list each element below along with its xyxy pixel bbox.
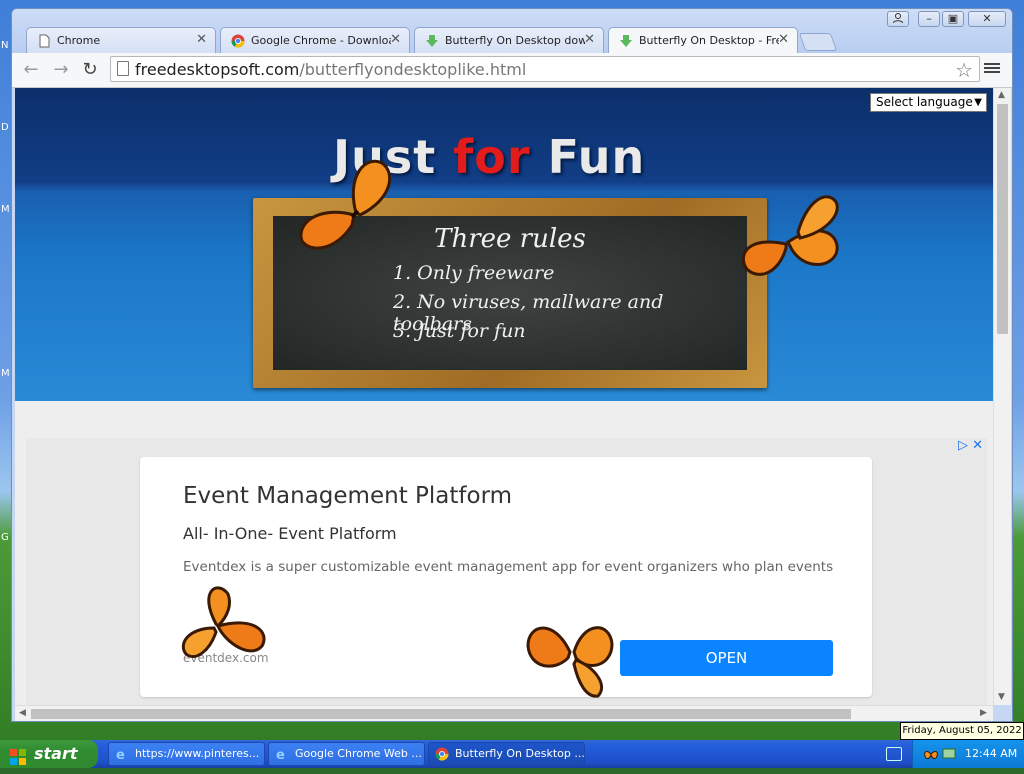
close-window-button[interactable]: ✕: [968, 11, 1006, 27]
taskbar-item-butterfly[interactable]: Butterfly On Desktop ...: [428, 742, 585, 766]
url-text: freedesktopsoft.com/butterflyondesktopli…: [135, 60, 526, 79]
desktop-icon-label-fragment: M: [1, 204, 10, 215]
start-button[interactable]: start: [0, 740, 98, 768]
taskbar-item-label: https://www.pinteres...: [135, 747, 260, 760]
language-select-label: Select language: [876, 95, 973, 109]
scroll-left-arrow-icon[interactable]: ◀: [19, 708, 26, 718]
chrome-logo-icon: [231, 34, 245, 48]
ie-icon: e: [115, 747, 129, 763]
minimize-button[interactable]: –: [918, 11, 940, 27]
browser-toolbar: ← → ↻ freedesktopsoft.com/butterflyondes…: [12, 53, 1012, 88]
clock[interactable]: 12:44 AM: [965, 740, 1017, 768]
svg-text:e: e: [116, 748, 125, 761]
horizontal-scroll-thumb[interactable]: [31, 709, 851, 719]
ad-subtitle: All- In-One- Event Platform: [183, 524, 397, 543]
address-bar[interactable]: freedesktopsoft.com/butterflyondesktopli…: [110, 56, 980, 82]
chrome-logo-icon: [435, 747, 449, 761]
new-tab-button[interactable]: [798, 33, 838, 51]
network-tray-icon[interactable]: [941, 746, 957, 762]
user-profile-icon[interactable]: [887, 11, 909, 27]
dropdown-arrow-icon: ▼: [974, 97, 982, 108]
page-icon: [37, 34, 51, 48]
advertisement: ▷ ✕ Event Management Platform All- In-On…: [26, 438, 987, 705]
url-path: /butterflyondesktoplike.html: [299, 60, 527, 79]
windows-logo-icon: [10, 746, 26, 765]
ad-choices-icons[interactable]: ▷ ✕: [958, 438, 983, 453]
maximize-button[interactable]: ▣: [942, 11, 964, 27]
hamburger-menu-icon[interactable]: [984, 61, 1000, 77]
ad-description: Eventdex is a super customizable event m…: [183, 559, 834, 575]
tab-label: Butterfly On Desktop - Freew: [639, 34, 779, 47]
close-icon[interactable]: ✕: [390, 32, 401, 47]
page-icon: [117, 61, 129, 76]
tab-strip: Chrome ✕ Google Chrome - Download t ✕ Bu…: [12, 9, 1012, 53]
close-icon[interactable]: ✕: [196, 32, 207, 47]
taskbar-item-label: Butterfly On Desktop ...: [455, 747, 585, 760]
butterfly-icon[interactable]: [296, 155, 398, 259]
taskbar-item-chrome-web[interactable]: e Google Chrome Web ...: [268, 742, 425, 766]
close-icon[interactable]: ✕: [584, 32, 595, 47]
ie-icon: e: [275, 747, 289, 763]
rule-item: 3. Just for fun: [393, 320, 526, 342]
ad-open-button[interactable]: OPEN: [620, 640, 833, 676]
download-arrow-icon: [425, 34, 439, 48]
scroll-down-arrow-icon[interactable]: ▼: [998, 692, 1005, 702]
scroll-right-arrow-icon[interactable]: ▶: [980, 708, 987, 718]
butterfly-icon[interactable]: [738, 188, 844, 284]
desktop-icon-label-fragment: G: [1, 532, 9, 543]
taskbar: start e https://www.pinteres... e Google…: [0, 740, 1024, 768]
butterfly-icon[interactable]: [524, 612, 616, 698]
keyboard-icon[interactable]: [886, 747, 902, 761]
download-arrow-icon: [619, 34, 633, 48]
tab-label: Chrome: [57, 34, 101, 47]
bookmark-star-icon[interactable]: ☆: [955, 58, 973, 82]
tab-label: Butterfly On Desktop downlo: [445, 34, 585, 47]
forward-arrow-icon[interactable]: →: [50, 59, 72, 81]
tab-google-chrome-download[interactable]: Google Chrome - Download t ✕: [220, 27, 410, 53]
logo-text-accent: for: [453, 130, 531, 184]
tab-butterfly-active[interactable]: Butterfly On Desktop - Freew ✕: [608, 27, 798, 53]
url-domain: freedesktopsoft.com: [135, 60, 300, 79]
tab-butterfly-download[interactable]: Butterfly On Desktop downlo ✕: [414, 27, 604, 53]
date-tooltip: Friday, August 05, 2022: [900, 722, 1024, 740]
scroll-up-arrow-icon[interactable]: ▲: [998, 90, 1005, 100]
close-icon[interactable]: ✕: [778, 32, 789, 47]
butterfly-tray-icon[interactable]: [923, 746, 939, 762]
page-content: Select language ▼ Just for Fun Three rul…: [15, 88, 993, 705]
rule-item: 1. Only freeware: [393, 262, 555, 284]
butterfly-icon[interactable]: [178, 580, 268, 662]
system-tray: 12:44 AM: [912, 740, 1024, 768]
reload-icon[interactable]: ↻: [79, 59, 101, 81]
browser-window: Chrome ✕ Google Chrome - Download t ✕ Bu…: [11, 8, 1013, 722]
back-arrow-icon[interactable]: ←: [20, 59, 42, 81]
hero-banner: Select language ▼ Just for Fun Three rul…: [15, 88, 993, 401]
logo-text: Fun: [530, 130, 646, 184]
ad-title[interactable]: Event Management Platform: [183, 483, 512, 509]
language-select[interactable]: Select language ▼: [870, 93, 987, 112]
taskbar-item-label: Google Chrome Web ...: [295, 747, 422, 760]
tab-label: Google Chrome - Download t: [251, 34, 391, 47]
start-label: start: [34, 744, 78, 763]
vertical-scrollbar[interactable]: ▲ ▼: [993, 88, 1011, 705]
vertical-scroll-thumb[interactable]: [997, 104, 1008, 334]
desktop-icon-label-fragment: D: [1, 122, 9, 133]
horizontal-scrollbar[interactable]: ◀ ▶: [15, 705, 993, 721]
desktop-icon-label-fragment: N: [1, 40, 9, 51]
svg-text:e: e: [276, 748, 285, 761]
taskbar-item-pinterest[interactable]: e https://www.pinteres...: [108, 742, 265, 766]
tab-chrome[interactable]: Chrome ✕: [26, 27, 216, 53]
desktop-icon-label-fragment: M: [1, 368, 10, 379]
